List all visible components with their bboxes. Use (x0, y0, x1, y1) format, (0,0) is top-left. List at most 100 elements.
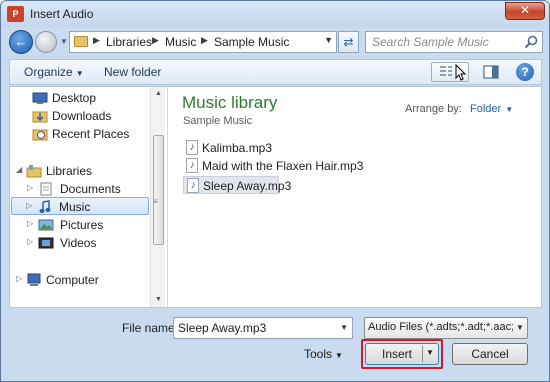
insert-label: Insert (382, 347, 413, 361)
nav-label: Documents (60, 182, 121, 196)
nav-item-recent-places[interactable]: Recent Places (12, 125, 149, 143)
file-name: Sleep Away.mp3 (203, 179, 292, 193)
powerpoint-icon: P (7, 6, 24, 22)
expand-arrow-icon[interactable]: ▷ (27, 237, 33, 246)
nav-item-libraries[interactable]: ◢ Libraries (12, 162, 149, 180)
file-name: Kalimba.mp3 (202, 141, 273, 155)
insert-options-dropdown-icon[interactable]: ▼ (426, 348, 434, 357)
expand-arrow-icon[interactable]: ▷ (26, 201, 32, 210)
title-bar: P Insert Audio ✕ (1, 1, 549, 27)
file-name-value: Sleep Away.mp3 (178, 321, 267, 335)
help-icon[interactable]: ? (516, 63, 534, 81)
computer-icon (27, 273, 41, 286)
file-list-pane: Music library Sample Music Arrange by: F… (169, 87, 541, 307)
file-item-selected[interactable]: ♪ Sleep Away.mp3 (183, 176, 291, 194)
music-icon (39, 200, 51, 213)
nav-label: Videos (60, 236, 97, 250)
address-dropdown-icon[interactable]: ▼ (324, 35, 333, 45)
tools-label: Tools (304, 347, 333, 361)
preview-pane-icon[interactable] (482, 63, 500, 81)
videos-icon (38, 237, 54, 249)
file-name-label: File name: (122, 321, 179, 335)
back-arrow-icon: ← (14, 34, 28, 49)
nav-item-computer[interactable]: ▷ Computer (12, 271, 149, 289)
folder-icon (74, 36, 88, 47)
file-name-input[interactable]: Sleep Away.mp3 ▼ (173, 317, 353, 339)
browser-area: Desktop Downloads Recent Places ◢ Librar… (9, 86, 542, 308)
file-type-select[interactable]: Audio Files (*.adts;*.adt;*.aac;*. ▼ (364, 317, 528, 339)
search-placeholder: Search Sample Music (372, 35, 489, 49)
refresh-button[interactable]: ⇄ (338, 31, 359, 53)
nav-item-videos[interactable]: ▷ Videos (12, 234, 149, 252)
file-name: Maid with the Flaxen Hair.mp3 (202, 159, 364, 173)
library-subtitle[interactable]: Sample Music (183, 115, 252, 127)
insert-button[interactable]: Insert ▼ (365, 343, 439, 365)
nav-label: Recent Places (52, 127, 130, 141)
file-type-value: Audio Files (*.adts;*.adt;*.aac;*. (368, 321, 522, 333)
details-view-icon (440, 63, 467, 81)
breadcrumb-music[interactable]: Music (165, 35, 196, 49)
expanded-arrow-icon[interactable]: ◢ (16, 165, 22, 174)
file-item[interactable]: ♪ Maid with the Flaxen Hair.mp3 (183, 157, 363, 175)
chevron-down-icon[interactable]: ▼ (340, 323, 348, 332)
nav-item-documents[interactable]: ▷ Documents (12, 180, 149, 198)
breadcrumb-separator-icon[interactable]: ▶ (152, 35, 159, 46)
forward-button[interactable] (35, 31, 57, 53)
arrange-by-dropdown[interactable]: Folder ▼ (470, 103, 513, 115)
file-item[interactable]: ♪ Kalimba.mp3 (183, 139, 272, 157)
nav-label: Music (59, 200, 91, 214)
address-bar[interactable]: ▶ Libraries ▶ Music ▶ Sample Music ▼ (69, 31, 337, 53)
breadcrumb-libraries[interactable]: Libraries (106, 35, 152, 49)
nav-item-desktop[interactable]: Desktop (12, 89, 149, 107)
window-title: Insert Audio (30, 7, 94, 21)
documents-icon (40, 182, 52, 196)
libraries-icon (26, 165, 42, 178)
refresh-icon: ⇄ (343, 35, 354, 49)
nav-scrollbar[interactable]: ▲ ≡ ▼ (150, 87, 165, 307)
nav-item-pictures[interactable]: ▷ Pictures (12, 216, 149, 234)
insert-audio-dialog: P Insert Audio ✕ ← ▼ ▶ Libraries ▶ Music… (0, 0, 550, 382)
expand-arrow-icon[interactable]: ▷ (27, 183, 33, 192)
breadcrumb-sample-music[interactable]: Sample Music (214, 35, 289, 49)
nav-label: Computer (46, 273, 99, 287)
audio-file-icon: ♪ (186, 140, 198, 155)
pane-splitter[interactable] (167, 87, 168, 307)
arrange-by-label: Arrange by: (405, 103, 462, 115)
tools-menu[interactable]: Tools ▼ (304, 347, 343, 361)
nav-label: Downloads (52, 109, 112, 123)
nav-item-downloads[interactable]: Downloads (12, 107, 149, 125)
navigation-pane: Desktop Downloads Recent Places ◢ Librar… (10, 87, 167, 307)
change-view-button[interactable] (431, 62, 469, 82)
back-button[interactable]: ← (9, 30, 33, 54)
search-input[interactable]: Search Sample Music (365, 31, 543, 53)
scroll-thumb[interactable] (153, 135, 164, 245)
chevron-down-icon: ▼ (75, 69, 84, 78)
nav-label: Desktop (52, 91, 97, 105)
split-divider (422, 346, 423, 362)
scroll-down-icon[interactable]: ▼ (151, 293, 166, 307)
breadcrumb-separator-icon[interactable]: ▶ (201, 35, 208, 46)
new-folder-button[interactable]: New folder (104, 65, 161, 79)
scroll-up-icon[interactable]: ▲ (151, 87, 166, 101)
arrange-by-value: Folder (470, 103, 502, 115)
audio-file-icon: ♪ (187, 178, 199, 193)
scroll-grip-icon: ≡ (153, 197, 158, 206)
audio-file-icon: ♪ (186, 158, 198, 173)
expand-arrow-icon[interactable]: ▷ (27, 219, 33, 228)
pictures-icon (38, 219, 54, 231)
history-dropdown-icon[interactable]: ▼ (60, 37, 68, 47)
breadcrumb-separator-icon[interactable]: ▶ (93, 35, 100, 46)
command-bar: Organize ▼ New folder ? (9, 59, 542, 85)
downloads-folder-icon (32, 111, 48, 123)
expand-arrow-icon[interactable]: ▷ (16, 274, 22, 283)
address-row: ← ▼ ▶ Libraries ▶ Music ▶ Sample Music ▼… (1, 27, 549, 57)
close-button[interactable]: ✕ (505, 2, 545, 20)
search-icon[interactable] (524, 35, 538, 49)
chevron-down-icon: ▼ (335, 351, 343, 360)
organize-label: Organize (24, 65, 73, 79)
chevron-down-icon[interactable]: ▼ (513, 318, 527, 338)
cancel-button[interactable]: Cancel (452, 343, 528, 365)
chevron-down-icon: ▼ (505, 105, 514, 114)
nav-item-music[interactable]: ▷ Music (11, 197, 149, 215)
organize-menu[interactable]: Organize ▼ (24, 65, 84, 79)
